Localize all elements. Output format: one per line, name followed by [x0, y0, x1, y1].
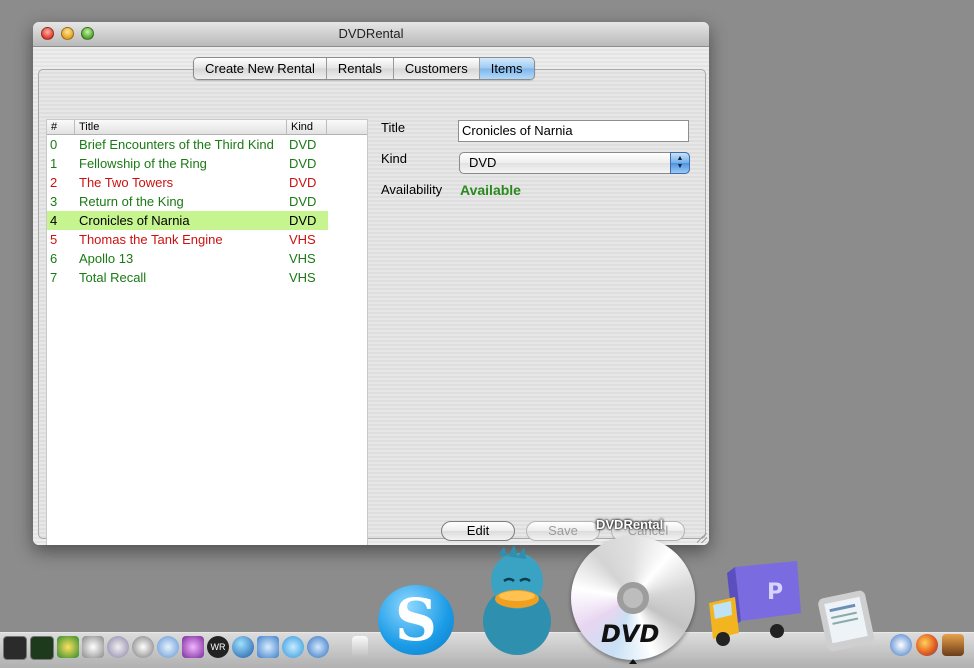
table-header: # Title Kind	[47, 120, 367, 135]
table-row[interactable]: 2 The Two Towers DVD	[47, 173, 328, 192]
mail-icon[interactable]	[157, 636, 179, 658]
skype-small-icon[interactable]	[282, 636, 304, 658]
save-button[interactable]: Save	[526, 521, 600, 541]
row-title: Return of the King	[79, 194, 184, 209]
row-number: 2	[50, 175, 58, 190]
wr-icon[interactable]: WR	[207, 636, 229, 658]
tablet-reader-icon[interactable]	[816, 590, 880, 652]
table-row[interactable]: 4 Cronicles of Narnia DVD	[47, 211, 328, 230]
availability-value: Available	[460, 182, 521, 198]
svg-text:P: P	[767, 580, 783, 605]
row-kind: DVD	[289, 137, 317, 152]
table-row[interactable]: 0 Brief Encounters of the Third Kind DVD	[47, 135, 328, 154]
adium-duck-icon[interactable]	[478, 545, 556, 657]
sync-icon[interactable]	[132, 636, 154, 658]
title-label: Title	[381, 120, 406, 135]
tab-rentals[interactable]: Rentals	[326, 58, 394, 79]
disk-utility-icon[interactable]	[107, 636, 129, 658]
table-row[interactable]: 5 Thomas the Tank Engine VHS	[47, 230, 328, 249]
row-kind: DVD	[289, 213, 317, 228]
transmit-truck-icon[interactable]: P	[707, 557, 803, 647]
row-title: Cronicles of Narnia	[79, 213, 190, 228]
table-row[interactable]: 3 Return of the King DVD	[47, 192, 328, 211]
column-header-filler	[327, 120, 367, 134]
itunes-purple-icon[interactable]	[182, 636, 204, 658]
network-icon[interactable]	[57, 636, 79, 658]
row-kind: DVD	[289, 156, 317, 171]
row-title: Apollo 13	[79, 251, 134, 266]
kind-popup-value: DVD	[469, 155, 497, 170]
dock-right-icons	[890, 634, 964, 656]
row-number: 6	[50, 251, 58, 266]
terminal-icon[interactable]	[3, 636, 27, 660]
table-row[interactable]: 1 Fellowship of the Ring DVD	[47, 154, 328, 173]
column-header-number[interactable]: #	[47, 120, 75, 134]
table-body: 0 Brief Encounters of the Third Kind DVD 1 F…	[47, 135, 367, 287]
dvd-logo: DVD	[601, 620, 660, 648]
window-title: DVDRental	[338, 26, 404, 41]
edit-button[interactable]: Edit	[441, 521, 515, 541]
column-header-title[interactable]: Title	[75, 120, 287, 134]
row-number: 5	[50, 232, 58, 247]
row-number: 0	[50, 137, 58, 152]
row-kind: VHS	[289, 251, 316, 266]
row-kind: DVD	[289, 194, 317, 209]
kind-popup[interactable]: DVD ▲ ▼	[459, 152, 690, 174]
table-row[interactable]: 6 Apollo 13 VHS	[47, 249, 328, 268]
skype-icon[interactable]: S	[378, 585, 454, 655]
row-title: Fellowship of the Ring	[79, 156, 207, 171]
folder-icon[interactable]	[942, 634, 964, 656]
items-table[interactable]: # Title Kind 0 Brief Encounters of the Th…	[46, 119, 368, 545]
tab-create-new-rental[interactable]: Create New Rental	[194, 58, 327, 79]
row-number: 7	[50, 270, 58, 285]
row-kind: DVD	[289, 175, 317, 190]
column-header-kind[interactable]: Kind	[287, 120, 327, 134]
row-title: The Two Towers	[79, 175, 174, 190]
earth-icon[interactable]	[232, 636, 254, 658]
row-number: 1	[50, 156, 58, 171]
row-number: 4	[50, 213, 58, 228]
row-kind: VHS	[289, 232, 316, 247]
title-bar[interactable]: DVDRental	[33, 22, 709, 47]
dock-small-icons: WR	[3, 636, 368, 660]
row-number: 3	[50, 194, 58, 209]
row-kind: VHS	[289, 270, 316, 285]
dvd-player-icon[interactable]: DVD	[571, 536, 695, 660]
stethoscope-icon[interactable]	[82, 636, 104, 658]
row-title: Thomas the Tank Engine	[79, 232, 223, 247]
disc-hole	[617, 582, 649, 614]
music-icon[interactable]	[257, 636, 279, 658]
activity-monitor-icon[interactable]	[30, 636, 54, 660]
kind-label: Kind	[381, 151, 408, 166]
dock-hover-label: DVDRental	[596, 517, 664, 532]
running-indicator-icon	[629, 659, 637, 664]
tab-items[interactable]: Items	[479, 58, 534, 79]
availability-label: Availability	[381, 182, 443, 197]
quicktime-icon[interactable]	[307, 636, 329, 658]
ipod-icon[interactable]	[352, 636, 368, 658]
popup-arrows-icon: ▲ ▼	[670, 152, 690, 174]
title-field[interactable]: Cronicles of Narnia	[458, 120, 689, 142]
window-content: Create New Rental Rentals Customers Item…	[33, 47, 709, 545]
firefox-icon[interactable]	[916, 634, 938, 656]
row-title: Total Recall	[79, 270, 147, 285]
row-title: Brief Encounters of the Third Kind	[79, 137, 274, 152]
table-row[interactable]: 7 Total Recall VHS	[47, 268, 328, 287]
safari-icon[interactable]	[890, 634, 912, 656]
dvdrental-window: DVDRental Create New Rental Rentals Cust…	[33, 22, 709, 545]
tab-bar: Create New Rental Rentals Customers Item…	[193, 57, 535, 80]
resize-grip-icon[interactable]	[697, 533, 707, 543]
tab-customers[interactable]: Customers	[393, 58, 480, 79]
